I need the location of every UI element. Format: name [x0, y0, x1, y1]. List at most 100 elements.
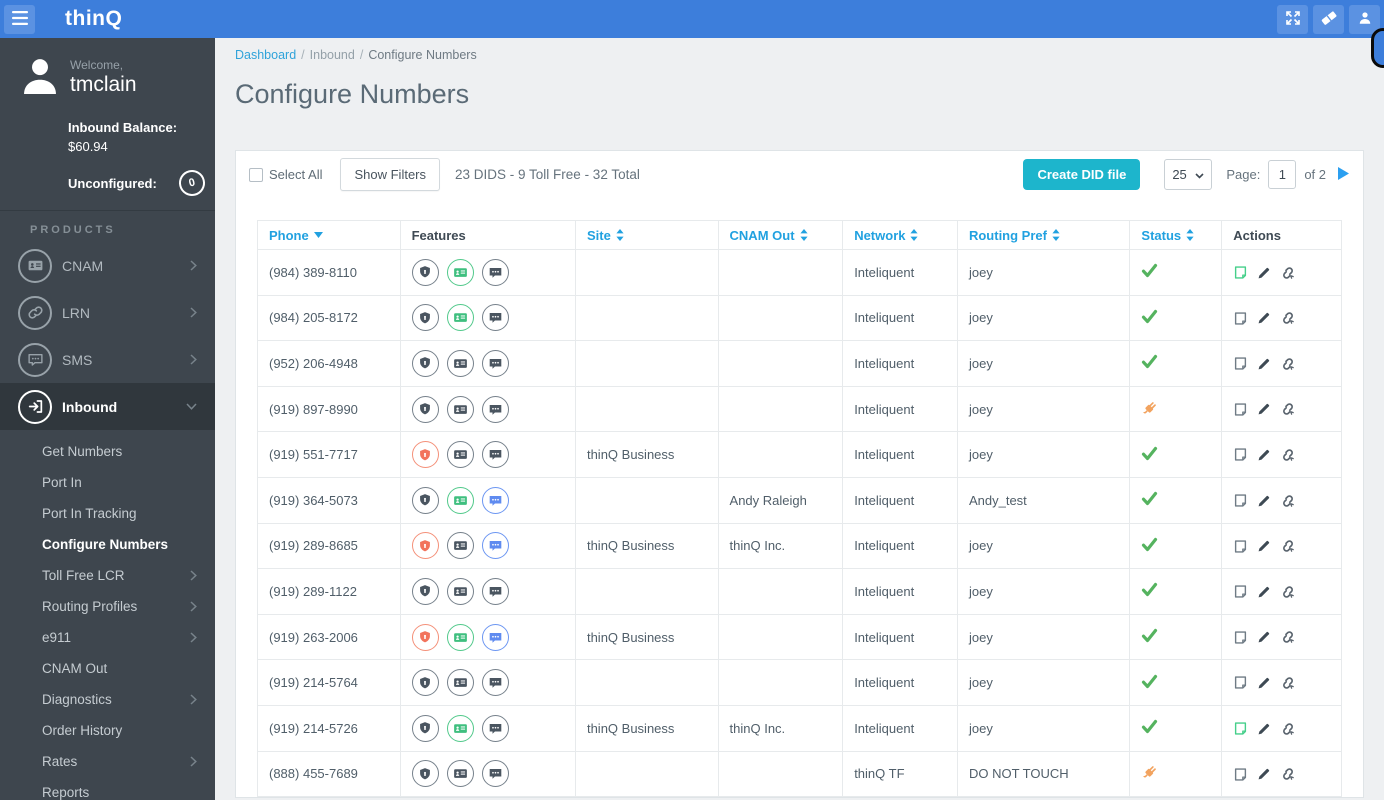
edit-action-icon[interactable]: [1257, 494, 1271, 508]
sidebar-item-inbound[interactable]: Inbound: [0, 383, 215, 430]
note-action-icon[interactable]: [1233, 265, 1248, 280]
column-header-status[interactable]: Status: [1129, 220, 1223, 250]
tickets-button[interactable]: [1313, 4, 1344, 34]
shield-feature-icon[interactable]: [411, 669, 439, 697]
column-header-cnam-out[interactable]: CNAM Out: [717, 220, 844, 250]
edit-action-icon[interactable]: [1257, 448, 1271, 462]
chat-feature-icon[interactable]: [481, 349, 509, 377]
idcard-feature-icon[interactable]: [446, 395, 474, 423]
sidebar-item-cnam[interactable]: CNAM: [0, 242, 215, 289]
shield-feature-icon[interactable]: [411, 258, 439, 286]
unlink-action-icon[interactable]: [1280, 721, 1296, 737]
edit-action-icon[interactable]: [1257, 357, 1271, 371]
chat-feature-icon[interactable]: [481, 258, 509, 286]
edit-action-icon[interactable]: [1257, 630, 1271, 644]
edit-action-icon[interactable]: [1257, 539, 1271, 553]
submenu-item-e911[interactable]: e911: [0, 622, 215, 653]
shield-feature-icon[interactable]: [411, 349, 439, 377]
submenu-item-get-numbers[interactable]: Get Numbers: [0, 436, 215, 467]
idcard-feature-icon[interactable]: [446, 577, 474, 605]
column-header-routing-pref[interactable]: Routing Pref: [956, 220, 1131, 250]
idcard-feature-icon[interactable]: [446, 304, 474, 332]
edit-action-icon[interactable]: [1257, 676, 1271, 690]
submenu-item-port-in-tracking[interactable]: Port In Tracking: [0, 498, 215, 529]
idcard-feature-icon[interactable]: [446, 486, 474, 514]
shield-feature-icon[interactable]: [411, 532, 439, 560]
note-action-icon[interactable]: [1233, 402, 1248, 417]
next-page-button[interactable]: [1336, 165, 1351, 185]
unlink-action-icon[interactable]: [1280, 675, 1296, 691]
unlink-action-icon[interactable]: [1280, 356, 1296, 372]
idcard-feature-icon[interactable]: [446, 669, 474, 697]
unlink-action-icon[interactable]: [1280, 629, 1296, 645]
chat-feature-icon[interactable]: [481, 441, 509, 469]
shield-feature-icon[interactable]: [411, 486, 439, 514]
create-did-file-button[interactable]: Create DID file: [1023, 159, 1141, 190]
shield-feature-icon[interactable]: [411, 304, 439, 332]
chat-feature-icon[interactable]: [481, 623, 509, 651]
note-action-icon[interactable]: [1233, 539, 1248, 554]
shield-feature-icon[interactable]: [411, 395, 439, 423]
unlink-action-icon[interactable]: [1280, 538, 1296, 554]
note-action-icon[interactable]: [1233, 493, 1248, 508]
note-action-icon[interactable]: [1233, 584, 1248, 599]
sidebar-item-sms[interactable]: SMS: [0, 336, 215, 383]
submenu-item-cnam-out[interactable]: CNAM Out: [0, 653, 215, 684]
unlink-action-icon[interactable]: [1280, 493, 1296, 509]
idcard-feature-icon[interactable]: [446, 441, 474, 469]
submenu-item-port-in[interactable]: Port In: [0, 467, 215, 498]
unlink-action-icon[interactable]: [1280, 447, 1296, 463]
edit-action-icon[interactable]: [1257, 402, 1271, 416]
shield-feature-icon[interactable]: [411, 441, 439, 469]
submenu-item-order-history[interactable]: Order History: [0, 715, 215, 746]
chat-feature-icon[interactable]: [481, 532, 509, 560]
show-filters-button[interactable]: Show Filters: [340, 158, 441, 191]
idcard-feature-icon[interactable]: [446, 623, 474, 651]
submenu-item-diagnostics[interactable]: Diagnostics: [0, 684, 215, 715]
submenu-item-reports[interactable]: Reports: [0, 777, 215, 800]
unlink-action-icon[interactable]: [1280, 310, 1296, 326]
idcard-feature-icon[interactable]: [446, 349, 474, 377]
idcard-feature-icon[interactable]: [446, 714, 474, 742]
chat-feature-icon[interactable]: [481, 669, 509, 697]
chat-feature-icon[interactable]: [481, 304, 509, 332]
note-action-icon[interactable]: [1233, 356, 1248, 371]
chat-feature-icon[interactable]: [481, 577, 509, 605]
note-action-icon[interactable]: [1233, 675, 1248, 690]
select-all-checkbox[interactable]: [249, 167, 263, 182]
unconfigured-badge[interactable]: 0: [176, 167, 208, 199]
chat-feature-icon[interactable]: [481, 714, 509, 742]
idcard-feature-icon[interactable]: [446, 258, 474, 286]
edit-action-icon[interactable]: [1257, 722, 1271, 736]
idcard-feature-icon[interactable]: [446, 532, 474, 560]
shield-feature-icon[interactable]: [411, 623, 439, 651]
edit-action-icon[interactable]: [1257, 767, 1271, 781]
column-header-network[interactable]: Network: [842, 220, 958, 250]
breadcrumb-item-dashboard[interactable]: Dashboard: [235, 48, 296, 62]
shield-feature-icon[interactable]: [411, 577, 439, 605]
column-header-phone[interactable]: Phone: [257, 220, 401, 250]
unlink-action-icon[interactable]: [1280, 584, 1296, 600]
chat-feature-icon[interactable]: [481, 486, 509, 514]
idcard-feature-icon[interactable]: [446, 760, 474, 788]
chat-feature-icon[interactable]: [481, 760, 509, 788]
edit-action-icon[interactable]: [1257, 585, 1271, 599]
edit-action-icon[interactable]: [1257, 311, 1271, 325]
floating-widget[interactable]: [1371, 28, 1384, 68]
column-header-site[interactable]: Site: [574, 220, 719, 250]
edit-action-icon[interactable]: [1257, 266, 1271, 280]
note-action-icon[interactable]: [1233, 767, 1248, 782]
submenu-item-routing-profiles[interactable]: Routing Profiles: [0, 591, 215, 622]
submenu-item-toll-free-lcr[interactable]: Toll Free LCR: [0, 560, 215, 591]
unlink-action-icon[interactable]: [1280, 766, 1296, 782]
note-action-icon[interactable]: [1233, 311, 1248, 326]
shield-feature-icon[interactable]: [411, 760, 439, 788]
submenu-item-rates[interactable]: Rates: [0, 746, 215, 777]
unlink-action-icon[interactable]: [1280, 265, 1296, 281]
submenu-item-configure-numbers[interactable]: Configure Numbers: [0, 529, 215, 560]
menu-toggle-button[interactable]: [4, 4, 35, 34]
chat-feature-icon[interactable]: [481, 395, 509, 423]
fullscreen-button[interactable]: [1277, 4, 1308, 34]
sidebar-item-lrn[interactable]: LRN: [0, 289, 215, 336]
note-action-icon[interactable]: [1233, 721, 1248, 736]
